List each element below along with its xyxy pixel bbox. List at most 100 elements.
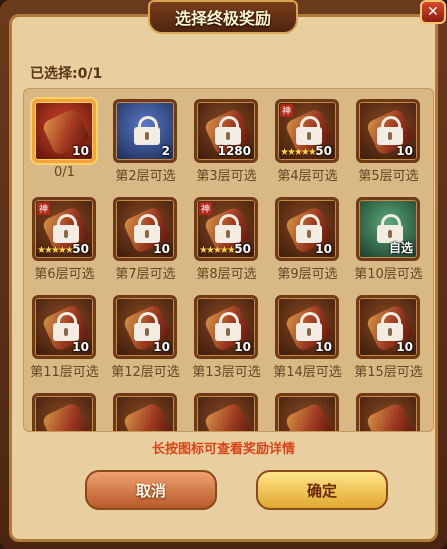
lock-icon	[134, 214, 160, 243]
reward-slot[interactable]: 神 ★★★★★ 50	[32, 197, 96, 261]
unlock-floor-label: 0/1	[54, 165, 75, 180]
unlock-floor-label: 第10层可选	[354, 267, 423, 282]
reward-cell[interactable]	[186, 383, 267, 431]
lock-icon	[215, 312, 241, 341]
star-rating: ★★★★★	[280, 147, 317, 158]
reward-grid[interactable]: 10 0/1 2 第2层可选 1280 第3层可选神 ★★★★★ 50 第4层可选 10 第5层可选…	[23, 88, 434, 432]
reward-cell[interactable]	[105, 383, 186, 431]
item-count: 50	[234, 242, 251, 256]
reward-cell[interactable]: 神 ★★★★★ 50 第6层可选	[24, 187, 105, 287]
reward-cell[interactable]: 10 第11层可选	[24, 285, 105, 385]
dialog-title: 选择终极奖励	[148, 0, 298, 34]
reward-cell[interactable]	[24, 383, 105, 431]
star-rating: ★★★★★	[199, 245, 236, 256]
item-count: 10	[72, 144, 89, 158]
item-count: 50	[315, 144, 332, 158]
unlock-floor-label: 第2层可选	[115, 169, 176, 184]
unlock-floor-label: 第9层可选	[277, 267, 338, 282]
reward-slot[interactable]: 神 ★★★★★ 50	[194, 197, 258, 261]
star-rating: ★★★★★	[37, 245, 74, 256]
lock-icon	[296, 312, 322, 341]
reward-slot[interactable]	[356, 393, 420, 431]
reward-cell[interactable]: 10 第15层可选	[348, 285, 429, 385]
item-count: 10	[153, 340, 170, 354]
reward-cell[interactable]: 10 第5层可选	[348, 89, 429, 189]
reward-slot[interactable]: 10	[194, 295, 258, 359]
lock-icon	[134, 116, 160, 145]
item-count: 2	[161, 144, 170, 158]
reward-slot[interactable]: 10	[113, 295, 177, 359]
reward-cell[interactable]: 1280 第3层可选	[186, 89, 267, 189]
unlock-floor-label: 第4层可选	[277, 169, 338, 184]
reward-cell[interactable]: 自选第10层可选	[348, 187, 429, 287]
reward-slot[interactable]	[113, 393, 177, 431]
unlock-floor-label: 第6层可选	[34, 267, 95, 282]
item-count: 自选	[388, 241, 413, 255]
reward-cell[interactable]: 10 0/1	[24, 89, 105, 189]
scroll-icon	[41, 401, 91, 431]
reward-slot[interactable]: 10	[113, 197, 177, 261]
scroll-icon	[122, 401, 172, 431]
item-count: 10	[396, 144, 413, 158]
reward-cell[interactable]: 2 第2层可选	[105, 89, 186, 189]
item-count: 10	[72, 340, 89, 354]
reward-slot[interactable]	[194, 393, 258, 431]
lock-icon	[377, 116, 403, 145]
god-tag: 神	[37, 202, 51, 215]
reward-cell[interactable]	[267, 383, 348, 431]
cancel-button[interactable]: 取消	[85, 470, 217, 510]
reward-slot[interactable]	[32, 393, 96, 431]
lock-icon	[53, 312, 79, 341]
unlock-floor-label: 第3层可选	[196, 169, 257, 184]
reward-slot[interactable]: 10	[275, 295, 339, 359]
item-count: 10	[396, 340, 413, 354]
reward-slot[interactable]: 10	[356, 295, 420, 359]
god-tag: 神	[280, 104, 294, 117]
reward-slot[interactable]: 自选	[356, 197, 420, 261]
unlock-floor-label: 第13层可选	[192, 365, 261, 380]
lock-icon	[377, 312, 403, 341]
unlock-floor-label: 第11层可选	[30, 365, 99, 380]
reward-slot[interactable]: 10	[275, 197, 339, 261]
scroll-icon	[203, 401, 253, 431]
lock-icon	[296, 116, 322, 145]
reward-cell[interactable]: 10 第12层可选	[105, 285, 186, 385]
unlock-floor-label: 第8层可选	[196, 267, 257, 282]
reward-cell[interactable]	[348, 383, 429, 431]
item-count: 10	[153, 242, 170, 256]
reward-cell[interactable]: 神 ★★★★★ 50 第4层可选	[267, 89, 348, 189]
item-count: 10	[315, 242, 332, 256]
reward-slot[interactable]	[275, 393, 339, 431]
reward-slot[interactable]: 10	[32, 99, 96, 163]
reward-slot[interactable]: 10	[32, 295, 96, 359]
selection-counter: 已选择:0/1	[30, 66, 103, 82]
scroll-icon	[365, 401, 415, 431]
close-button[interactable]: ✕	[420, 0, 446, 24]
lock-icon	[134, 312, 160, 341]
unlock-floor-label: 第5层可选	[358, 169, 419, 184]
reward-cell[interactable]: 10 第9层可选	[267, 187, 348, 287]
reward-slot[interactable]: 10	[356, 99, 420, 163]
reward-cell[interactable]: 10 第13层可选	[186, 285, 267, 385]
lock-icon	[215, 116, 241, 145]
reward-cell[interactable]: 10 第14层可选	[267, 285, 348, 385]
lock-icon	[53, 214, 79, 243]
lock-icon	[296, 214, 322, 243]
reward-slot[interactable]: 神 ★★★★★ 50	[275, 99, 339, 163]
lock-icon	[215, 214, 241, 243]
unlock-floor-label: 第7层可选	[115, 267, 176, 282]
reward-cell[interactable]: 神 ★★★★★ 50 第8层可选	[186, 187, 267, 287]
god-tag: 神	[199, 202, 213, 215]
reward-cell[interactable]: 10 第7层可选	[105, 187, 186, 287]
item-count: 10	[315, 340, 332, 354]
unlock-floor-label: 第12层可选	[111, 365, 180, 380]
hint-text: 长按图标可查看奖励详情	[151, 442, 295, 457]
item-count: 10	[234, 340, 251, 354]
reward-slot[interactable]: 1280	[194, 99, 258, 163]
item-count: 50	[72, 242, 89, 256]
scroll-icon	[284, 401, 334, 431]
unlock-floor-label: 第15层可选	[354, 365, 423, 380]
confirm-button[interactable]: 确定	[256, 470, 388, 510]
lock-icon	[377, 214, 403, 243]
reward-slot[interactable]: 2	[113, 99, 177, 163]
